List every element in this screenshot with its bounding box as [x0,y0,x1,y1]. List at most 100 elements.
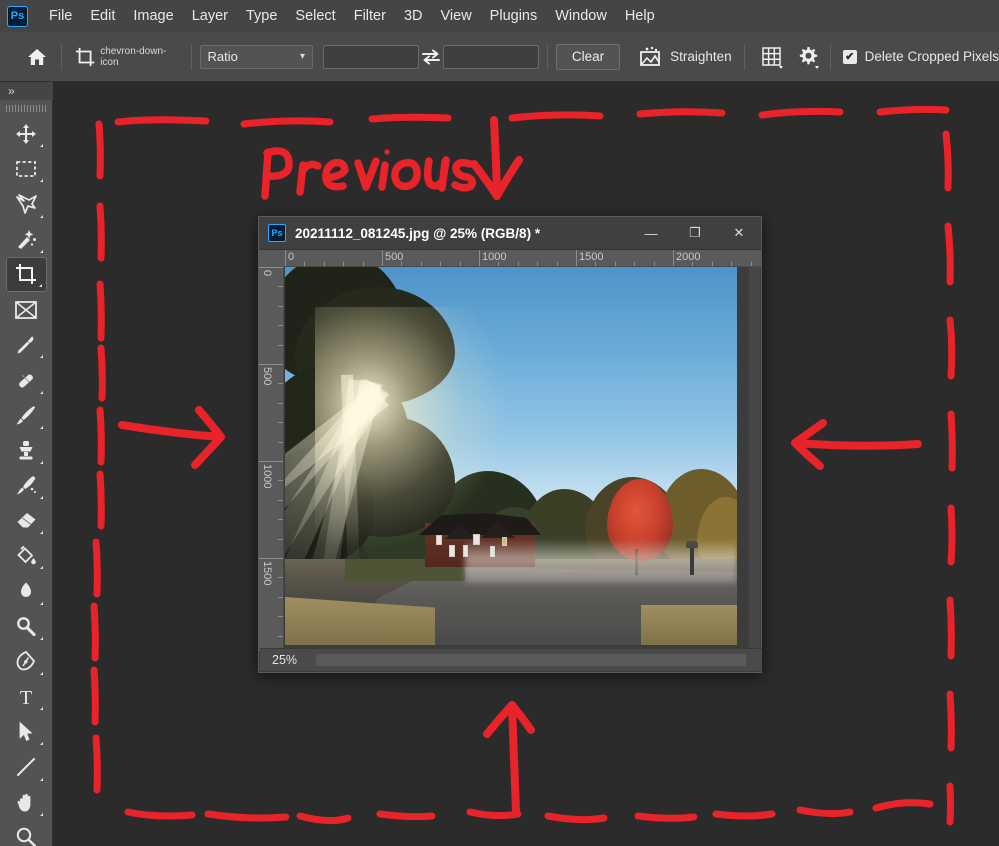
ruler-h-label-1500: 1500 [579,251,604,263]
tool-brush[interactable] [6,398,47,433]
tool-line[interactable] [6,749,47,784]
tool-expand-corner-icon [39,742,43,746]
tool-zoom[interactable] [6,820,47,846]
tool-hand[interactable] [6,785,47,820]
grass-right [641,605,737,645]
restore-button[interactable]: ❐ [673,217,717,250]
home-button[interactable] [20,39,53,75]
swap-width-height-button[interactable] [419,48,443,66]
document-photoshop-icon: Ps [268,224,286,242]
tool-dodge[interactable] [6,609,47,644]
menu-item-window[interactable]: Window [546,4,616,28]
tool-expand-corner-icon [39,355,43,359]
straighten-button[interactable]: Straighten [634,44,736,70]
tool-expand-corner-icon [39,390,43,394]
tool-lasso[interactable] [6,186,47,221]
tool-expand-corner-icon [39,707,43,711]
options-separator-5 [829,43,831,70]
crop-width-input[interactable] [323,44,419,69]
tool-expand-corner-icon [39,672,43,675]
collapse-toolbar-button[interactable]: » [0,82,53,100]
chevron-down-icon[interactable]: chevron-down-icon [100,46,177,68]
type-tool-icon: T [20,687,32,708]
status-zoom-level[interactable]: 25% [260,653,316,667]
tool-expand-corner-icon [39,496,43,500]
tool-rectangular-marquee[interactable] [6,151,47,186]
tool-path-selection[interactable] [6,714,47,749]
move-tool-icon [16,123,36,144]
tool-move[interactable] [6,116,47,151]
menu-item-plugins[interactable]: Plugins [481,4,547,28]
eraser-tool-icon [17,512,35,528]
tool-expand-corner-icon [39,601,43,605]
tool-expand-corner-icon [39,812,43,816]
delete-cropped-pixels-label: Delete Cropped Pixels [864,49,999,64]
menu-item-edit[interactable]: Edit [81,4,124,28]
clear-button[interactable]: Clear [555,43,621,70]
tool-expand-corner-icon [39,636,43,640]
clone-stamp-tool-icon [19,441,33,460]
active-tool-preset-button[interactable]: chevron-down-icon [70,43,183,71]
menu-item-select[interactable]: Select [286,4,344,28]
menu-item-filter[interactable]: Filter [345,4,395,28]
straighten-icon [640,46,660,66]
crop-ratio-select[interactable]: Ratio ▾ [199,44,313,69]
tool-eyedropper[interactable] [6,327,47,362]
ruler-corner [259,250,284,267]
document-title-text: 20211112_081245.jpg @ 25% (RGB/8) * [295,225,541,241]
tool-crop[interactable] [5,256,47,292]
zoom-tool-icon [16,828,37,846]
menu-item-layer[interactable]: Layer [183,4,237,28]
vertical-scrollbar[interactable] [749,267,760,651]
menu-item-help[interactable]: Help [616,4,664,28]
document-window[interactable]: Ps 20211112_081245.jpg @ 25% (RGB/8) * —… [258,216,762,673]
menu-item-image[interactable]: Image [124,4,182,28]
photo-sunrise-house-autumn [285,267,737,645]
tool-clone-stamp[interactable] [6,433,47,468]
grid-overlay-icon [762,46,784,69]
menu-item-file[interactable]: File [40,4,81,28]
document-image-canvas[interactable] [285,267,737,645]
history-brush-tool-icon [17,476,36,495]
vertical-ruler[interactable]: 0 500 1000 1500 [259,267,284,651]
dodge-tool-icon [17,617,36,637]
blur-tool-icon [21,582,31,598]
house-window-1 [436,535,442,545]
tool-expand-corner-icon [39,566,43,570]
tool-pen[interactable] [6,644,47,679]
home-icon [27,48,46,65]
close-button[interactable]: ✕ [717,217,761,250]
delete-cropped-pixels-checkbox[interactable]: ✔ Delete Cropped Pixels [842,49,999,64]
tool-gradient[interactable] [6,538,47,573]
tool-history-brush[interactable] [6,468,47,503]
tools-panel: » T [0,82,53,846]
menu-item-view[interactable]: View [432,4,481,28]
eyedropper-tool-icon [17,336,34,354]
toolbar-drag-grip[interactable] [0,100,52,116]
tool-expand-corner-icon [39,179,43,183]
tool-type[interactable]: T [6,679,47,714]
lasso-tool-icon [15,194,37,214]
minimize-button[interactable]: — [629,217,673,250]
tool-spot-healing-brush[interactable] [6,362,47,397]
tool-expand-corner-icon [39,460,43,464]
menu-item-3d[interactable]: 3D [395,4,432,28]
brush-tool-icon [16,406,35,425]
tool-magic-wand[interactable] [6,222,47,257]
path-selection-tool-icon [19,721,33,741]
horizontal-ruler[interactable]: 0 500 1000 1500 2000 [284,250,761,267]
tool-eraser[interactable] [6,503,47,538]
crop-settings-button[interactable] [794,43,822,71]
menu-item-type[interactable]: Type [237,4,286,28]
tool-frame[interactable] [6,292,47,327]
hand-tool-icon [17,794,31,812]
document-title-bar[interactable]: Ps 20211112_081245.jpg @ 25% (RGB/8) * —… [259,217,761,250]
rectangular-marquee-tool-icon [16,160,36,177]
frame-tool-icon [15,300,37,319]
crop-height-input[interactable] [442,44,539,69]
chevron-down-icon: ▾ [299,51,305,62]
crop-overlay-options-button[interactable] [759,43,787,71]
tool-blur[interactable] [6,573,47,608]
line-tool-icon [17,757,35,776]
horizontal-scrollbar[interactable] [316,654,746,666]
